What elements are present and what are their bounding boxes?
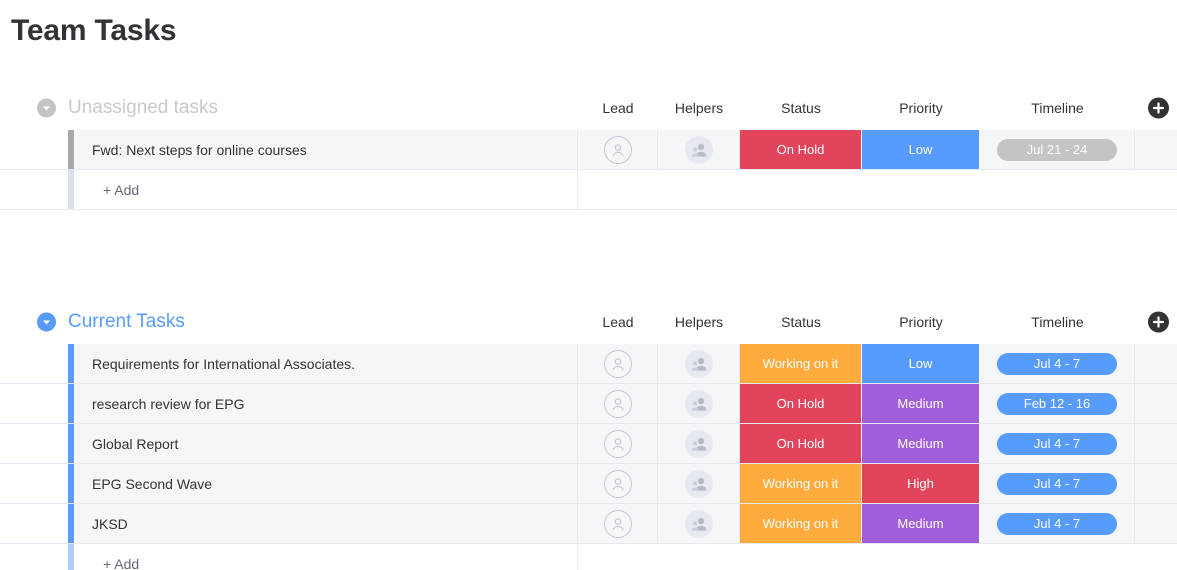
column-header-helpers[interactable]: Helpers [658,100,740,116]
status-cell[interactable]: On Hold [740,424,862,463]
table-row[interactable]: EPG Second Wave Working on it High Jul 4 - … [0,464,1177,504]
person-outline-icon [603,135,632,164]
priority-cell[interactable]: High [862,464,980,503]
lead-cell[interactable] [578,344,658,383]
priority-cell[interactable]: Low [862,344,980,383]
row-tail-cell [1135,384,1177,423]
status-cell[interactable]: Working on it [740,464,862,503]
row-tail-cell [1135,504,1177,543]
person-outline-icon [603,469,632,498]
row-tail-cell [1135,344,1177,383]
people-filled-icon [684,349,713,378]
column-header-status[interactable]: Status [740,100,862,116]
lead-cell[interactable] [578,130,658,169]
timeline-cell[interactable]: Jul 4 - 7 [980,344,1135,383]
add-column-button[interactable] [1148,97,1169,119]
lead-cell[interactable] [578,384,658,423]
board-group-unassigned: Unassigned tasks Lead Helpers Status Pri… [0,86,1177,210]
column-header-lead[interactable]: Lead [578,100,658,116]
priority-cell[interactable]: Medium [862,504,980,543]
helpers-cell[interactable] [658,130,740,169]
board-group-current: Current Tasks Lead Helpers Status Priori… [0,300,1177,570]
table-row[interactable]: Requirements for International Associate… [0,344,1177,384]
timeline-pill: Jul 4 - 7 [997,432,1117,455]
task-name-cell[interactable]: Fwd: Next steps for online courses [74,130,578,169]
timeline-pill: Jul 4 - 7 [997,352,1117,375]
people-filled-icon [684,135,713,164]
group-rows: Requirements for International Associate… [0,344,1177,570]
task-name-cell[interactable]: Global Report [74,424,578,463]
chevron-down-circle-icon[interactable] [37,98,56,118]
column-header-priority[interactable]: Priority [862,100,980,116]
column-header-lead[interactable]: Lead [578,314,658,330]
status-cell[interactable]: On Hold [740,130,862,169]
table-row[interactable]: JKSD Working on it Medium Jul 4 - 7 [0,504,1177,544]
add-task-label[interactable]: + Add [74,170,578,209]
add-task-label[interactable]: + Add [74,544,578,570]
person-outline-icon [603,429,632,458]
helpers-cell[interactable] [658,344,740,383]
column-header-priority[interactable]: Priority [862,314,980,330]
helpers-cell[interactable] [658,424,740,463]
board-page: Team Tasks Unassigned tasks Lead Helpers… [0,0,1177,570]
chevron-down-circle-icon[interactable] [37,312,56,332]
task-name-cell[interactable]: Requirements for International Associate… [74,344,578,383]
helpers-cell[interactable] [658,464,740,503]
row-tail-cell [1135,424,1177,463]
people-filled-icon [684,429,713,458]
timeline-pill: Jul 4 - 7 [997,512,1117,535]
timeline-pill: Jul 4 - 7 [997,472,1117,495]
group-title[interactable]: Current Tasks [68,311,185,333]
page-title: Team Tasks [11,14,177,47]
table-row[interactable]: research review for EPG On Hold Medium Feb … [0,384,1177,424]
status-cell[interactable]: On Hold [740,384,862,423]
person-outline-icon [603,509,632,538]
lead-cell[interactable] [578,504,658,543]
priority-cell[interactable]: Low [862,130,980,169]
column-header-status[interactable]: Status [740,314,862,330]
group-header: Unassigned tasks Lead Helpers Status Pri… [0,86,1177,130]
task-name-cell[interactable]: EPG Second Wave [74,464,578,503]
status-cell[interactable]: Working on it [740,504,862,543]
timeline-pill: Jul 21 - 24 [997,138,1117,161]
column-header-timeline[interactable]: Timeline [980,314,1135,330]
table-row[interactable]: Global Report On Hold Medium Jul 4 - 7 [0,424,1177,464]
group-header: Current Tasks Lead Helpers Status Priori… [0,300,1177,344]
timeline-cell[interactable]: Jul 4 - 7 [980,504,1135,543]
add-task-row[interactable]: + Add [0,544,1177,570]
table-row[interactable]: Fwd: Next steps for online courses On Ho… [0,130,1177,170]
add-task-row[interactable]: + Add [0,170,1177,210]
row-tail-cell [1135,130,1177,169]
helpers-cell[interactable] [658,384,740,423]
timeline-pill: Feb 12 - 16 [997,392,1117,415]
priority-cell[interactable]: Medium [862,424,980,463]
priority-cell[interactable]: Medium [862,384,980,423]
column-header-timeline[interactable]: Timeline [980,100,1135,116]
lead-cell[interactable] [578,464,658,503]
group-title[interactable]: Unassigned tasks [68,97,218,119]
task-name-cell[interactable]: JKSD [74,504,578,543]
lead-cell[interactable] [578,424,658,463]
timeline-cell[interactable]: Feb 12 - 16 [980,384,1135,423]
task-name-cell[interactable]: research review for EPG [74,384,578,423]
add-column-button[interactable] [1148,311,1169,333]
row-tail-cell [1135,464,1177,503]
people-filled-icon [684,389,713,418]
people-filled-icon [684,469,713,498]
people-filled-icon [684,509,713,538]
group-rows: Fwd: Next steps for online courses On Ho… [0,130,1177,210]
status-cell[interactable]: Working on it [740,344,862,383]
timeline-cell[interactable]: Jul 21 - 24 [980,130,1135,169]
person-outline-icon [603,389,632,418]
timeline-cell[interactable]: Jul 4 - 7 [980,464,1135,503]
timeline-cell[interactable]: Jul 4 - 7 [980,424,1135,463]
column-header-helpers[interactable]: Helpers [658,314,740,330]
person-outline-icon [603,349,632,378]
helpers-cell[interactable] [658,504,740,543]
